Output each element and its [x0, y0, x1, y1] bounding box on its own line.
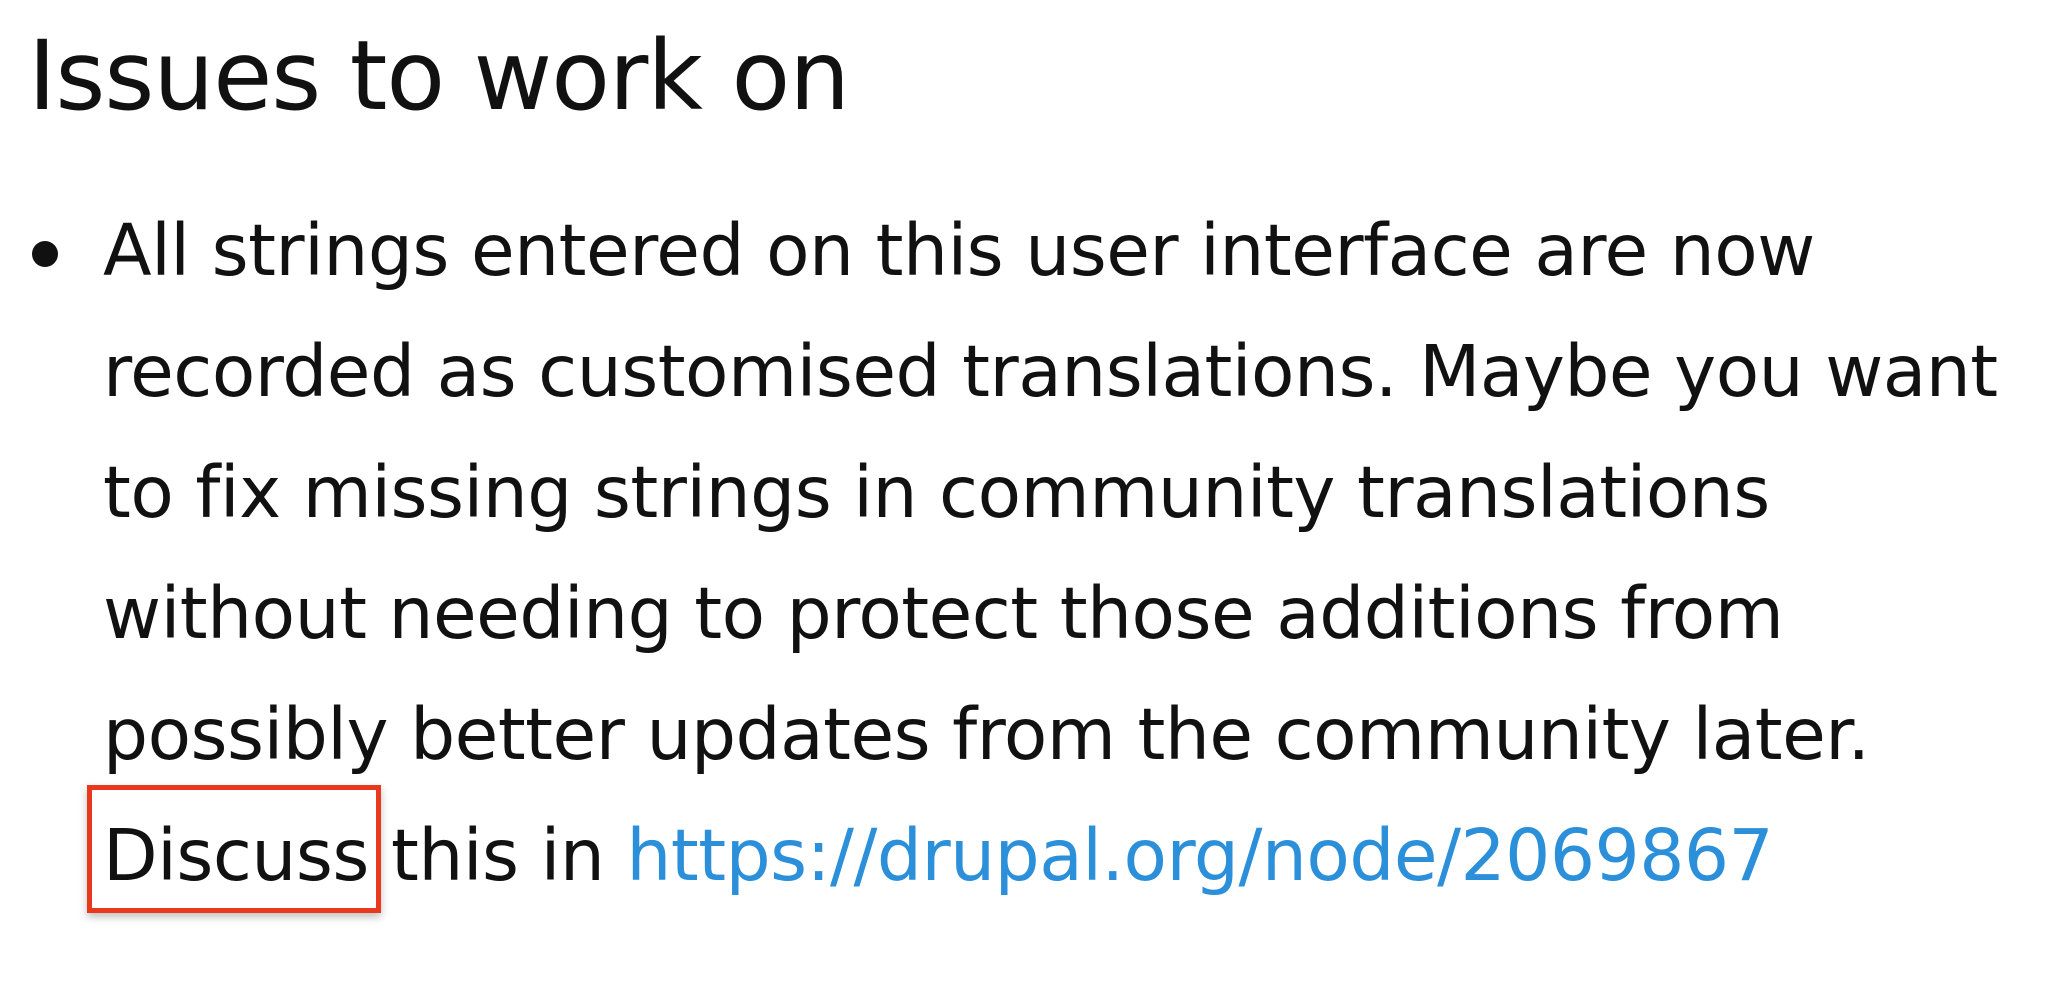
issue-text-line: without needing to protect those additio…: [103, 572, 1784, 655]
discuss-suffix: this in: [368, 814, 627, 897]
list-item: All strings entered on this user interfa…: [0, 190, 2063, 916]
drupal-issue-link[interactable]: https://drupal.org/node/2069867: [626, 814, 1773, 897]
issues-list: All strings entered on this user interfa…: [0, 190, 2066, 916]
page: Issues to work on All strings entered on…: [0, 0, 2066, 1000]
page-title: Issues to work on: [28, 20, 850, 132]
discuss-word: Discuss: [87, 785, 381, 916]
issue-text-line: to fix missing strings in community tran…: [103, 451, 1770, 534]
issue-text-line: possibly better updates from the communi…: [103, 693, 1870, 776]
bullet-icon: [32, 241, 58, 267]
discuss-text: Discuss: [103, 814, 369, 897]
issue-text-line: All strings entered on this user interfa…: [103, 209, 1815, 292]
issue-discuss-line: Discuss this in https://drupal.org/node/…: [87, 785, 2063, 916]
issue-text-line: recorded as customised translations. May…: [103, 330, 1998, 413]
